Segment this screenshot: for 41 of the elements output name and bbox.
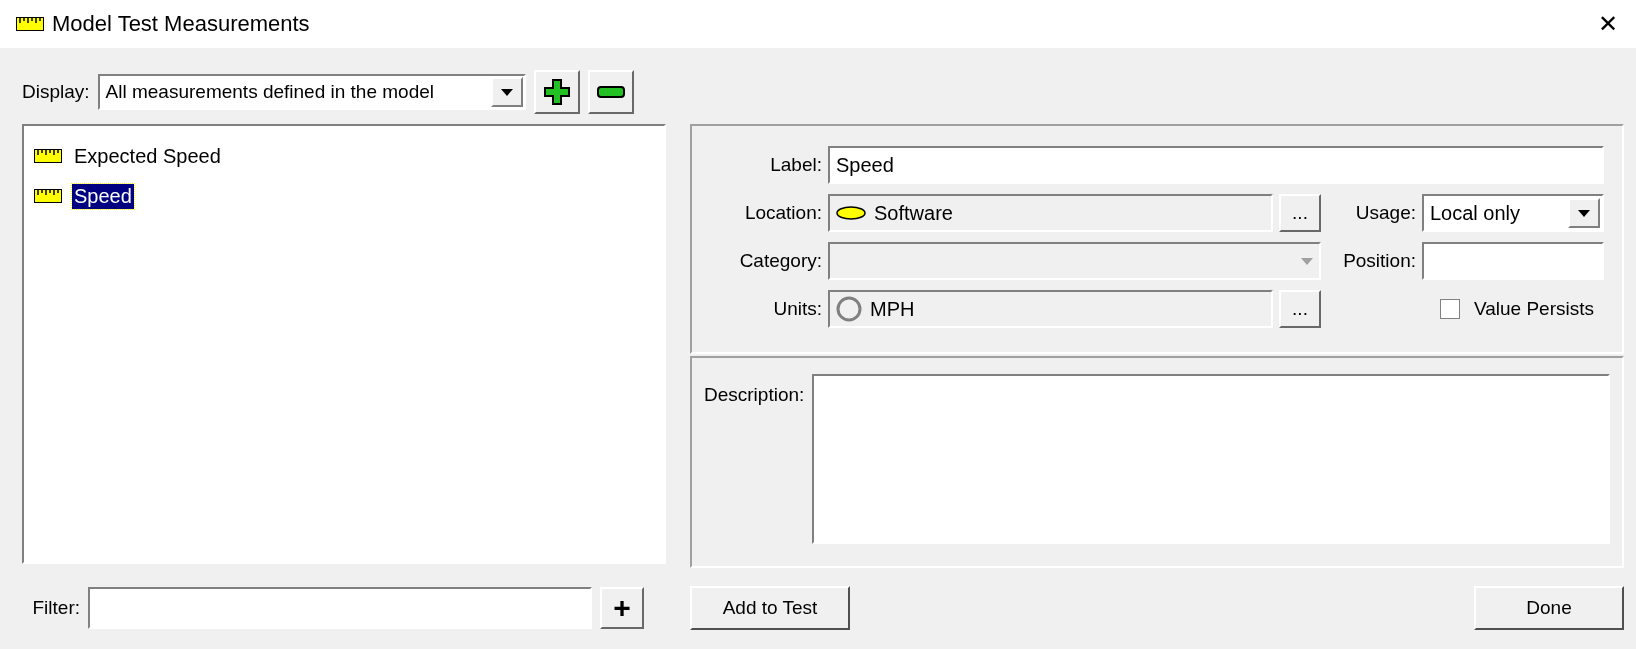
position-field[interactable] [1422, 242, 1604, 280]
checkbox-label: Value Persists [1473, 298, 1594, 320]
measurement-item[interactable]: Expected Speed [72, 143, 223, 169]
add-button[interactable] [533, 70, 580, 114]
remove-button[interactable] [587, 70, 634, 114]
ruler-icon [34, 149, 62, 163]
display-dropdown[interactable]: All measurements defined in the model [97, 74, 526, 110]
filter-field[interactable] [88, 587, 592, 629]
field-label: Category: [738, 250, 822, 272]
window-title: Model Test Measurements [52, 11, 311, 37]
minus-icon [596, 86, 625, 98]
ellipse-icon [836, 206, 866, 220]
filter-label: Filter: [31, 597, 80, 619]
checkbox[interactable] [1439, 299, 1460, 319]
display-label: Display: [22, 81, 90, 103]
field-label: Usage: [1354, 202, 1416, 224]
done-button[interactable]: Done [1474, 586, 1624, 630]
units-field[interactable]: MPH [828, 290, 1273, 328]
close-button[interactable]: ✕ [1592, 10, 1624, 38]
filter-add-button[interactable]: + [600, 587, 644, 629]
field-label: Position: [1342, 250, 1416, 272]
field-label: Units: [772, 298, 822, 320]
label-field[interactable]: Speed [828, 146, 1604, 184]
description-field[interactable] [812, 374, 1610, 544]
circle-icon [836, 296, 862, 322]
browse-button[interactable]: ... [1279, 194, 1321, 232]
measurement-item[interactable]: Speed [72, 183, 134, 209]
ruler-icon [34, 189, 62, 203]
location-field[interactable]: Software [828, 194, 1273, 232]
usage-dropdown[interactable]: Local only [1422, 194, 1604, 232]
category-dropdown[interactable] [828, 242, 1321, 280]
browse-button[interactable]: ... [1279, 290, 1321, 328]
plus-icon [542, 78, 571, 106]
ruler-icon [16, 17, 44, 31]
field-label: Description: [704, 384, 805, 407]
field-label: Location: [743, 202, 822, 224]
field-label: Label: [769, 154, 822, 176]
caret-icon [1301, 257, 1313, 265]
add-to-test-button[interactable]: Add to Test [690, 586, 850, 630]
caret-icon [500, 88, 513, 96]
caret-icon [1578, 209, 1590, 217]
